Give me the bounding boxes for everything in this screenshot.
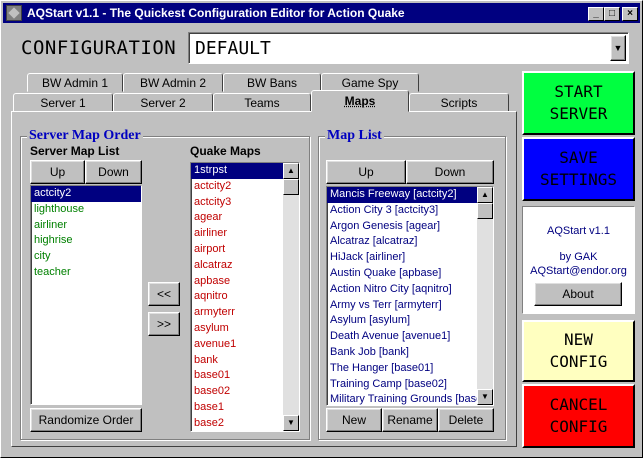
list-item[interactable]: Mancis Freeway [actcity2]: [327, 187, 493, 203]
list-item[interactable]: HiJack [airliner]: [327, 250, 493, 266]
scroll-down-arrow-icon[interactable]: ▼: [477, 389, 493, 405]
list-item[interactable]: lighthouse: [31, 202, 141, 218]
tab-bw-admin-1[interactable]: BW Admin 1: [27, 73, 123, 92]
quake-maps-scrollbar[interactable]: ▲ ▼: [283, 163, 299, 431]
list-item[interactable]: Action City 3 [actcity3]: [327, 203, 493, 219]
server-map-order-title: Server Map Order: [27, 128, 143, 144]
about-panel: AQStart v1.1 by GAK AQStart@endor.org Ab…: [522, 206, 635, 314]
map-list-title: Map List: [325, 128, 384, 144]
tab-server-2[interactable]: Server 2: [113, 93, 213, 112]
list-item[interactable]: Bank Job [bank]: [327, 345, 493, 361]
randomize-order-button[interactable]: Randomize Order: [30, 408, 142, 432]
list-item[interactable]: airliner: [31, 218, 141, 234]
map-list-down-button[interactable]: Down: [406, 160, 494, 184]
list-item[interactable]: Death Avenue [avenue1]: [327, 329, 493, 345]
scroll-up-arrow-icon[interactable]: ▲: [283, 163, 299, 179]
map-list-up-button[interactable]: Up: [326, 160, 406, 184]
new-config-button[interactable]: NEW CONFIG: [522, 320, 635, 382]
list-item[interactable]: Training Camp [base02]: [327, 377, 493, 393]
tab-maps[interactable]: Maps: [311, 90, 409, 112]
about-author: by GAK: [559, 251, 598, 263]
server-down-button[interactable]: Down: [85, 160, 142, 184]
server-up-button[interactable]: Up: [30, 160, 85, 184]
scroll-thumb[interactable]: [477, 203, 493, 219]
configuration-select[interactable]: DEFAULT ▼: [188, 32, 629, 64]
save-settings-button[interactable]: SAVE SETTINGS: [522, 137, 635, 201]
chevron-down-icon[interactable]: ▼: [610, 35, 626, 61]
main-window: AQStart v1.1 - The Quickest Configuratio…: [0, 0, 643, 458]
new-map-button[interactable]: New: [326, 408, 382, 432]
list-item[interactable]: Military Training Grounds [base: [327, 392, 493, 405]
list-item[interactable]: Army vs Terr [armyterr]: [327, 298, 493, 314]
start-server-button[interactable]: START SERVER: [522, 71, 635, 135]
quake-maps-label: Quake Maps: [190, 144, 261, 158]
tab-bw-bans[interactable]: BW Bans: [223, 73, 321, 92]
scroll-up-arrow-icon[interactable]: ▲: [477, 187, 493, 203]
maps-panel: Server Map Order Server Map List Up Down…: [11, 111, 517, 447]
window-title: AQStart v1.1 - The Quickest Configuratio…: [27, 6, 405, 20]
quake-maps-list[interactable]: 1strpst actcity2 actcity3 agear airliner…: [190, 162, 300, 432]
maximize-button[interactable]: □: [604, 7, 620, 21]
map-list-scrollbar[interactable]: ▲ ▼: [477, 187, 493, 405]
title-bar[interactable]: AQStart v1.1 - The Quickest Configuratio…: [3, 3, 640, 23]
tab-bw-admin-2[interactable]: BW Admin 2: [123, 73, 223, 92]
configuration-value: DEFAULT: [195, 38, 271, 59]
scroll-down-arrow-icon[interactable]: ▼: [283, 415, 299, 431]
configuration-label: CONFIGURATION: [21, 37, 177, 59]
list-item[interactable]: city: [31, 249, 141, 265]
about-email: AQStart@endor.org: [530, 265, 627, 277]
server-map-list[interactable]: actcity2 lighthouse airliner highrise ci…: [30, 185, 142, 405]
list-item[interactable]: Alcatraz [alcatraz]: [327, 234, 493, 250]
tab-teams[interactable]: Teams: [213, 93, 311, 112]
delete-map-button[interactable]: Delete: [438, 408, 494, 432]
scroll-thumb[interactable]: [283, 179, 299, 195]
list-item[interactable]: highrise: [31, 233, 141, 249]
list-item[interactable]: Argon Genesis [agear]: [327, 219, 493, 235]
cancel-config-button[interactable]: CANCEL CONFIG: [522, 384, 635, 448]
list-item[interactable]: Action Nitro City [aqnitro]: [327, 282, 493, 298]
about-app-name: AQStart v1.1: [547, 225, 610, 237]
app-icon[interactable]: [6, 5, 22, 21]
minimize-button[interactable]: _: [588, 7, 604, 21]
about-button[interactable]: About: [534, 282, 622, 306]
close-button[interactable]: ×: [622, 7, 638, 21]
remove-map-button[interactable]: >>: [148, 312, 180, 336]
tab-scripts[interactable]: Scripts: [409, 93, 509, 112]
list-item[interactable]: Austin Quake [apbase]: [327, 266, 493, 282]
map-list[interactable]: Mancis Freeway [actcity2] Action City 3 …: [326, 186, 494, 406]
list-item[interactable]: The Hanger [base01]: [327, 361, 493, 377]
add-map-button[interactable]: <<: [148, 282, 180, 306]
tab-server-1[interactable]: Server 1: [13, 93, 113, 112]
rename-map-button[interactable]: Rename: [382, 408, 438, 432]
list-item[interactable]: Asylum [asylum]: [327, 313, 493, 329]
server-map-list-label: Server Map List: [30, 144, 120, 158]
list-item[interactable]: actcity2: [31, 186, 141, 202]
list-item[interactable]: teacher: [31, 265, 141, 281]
